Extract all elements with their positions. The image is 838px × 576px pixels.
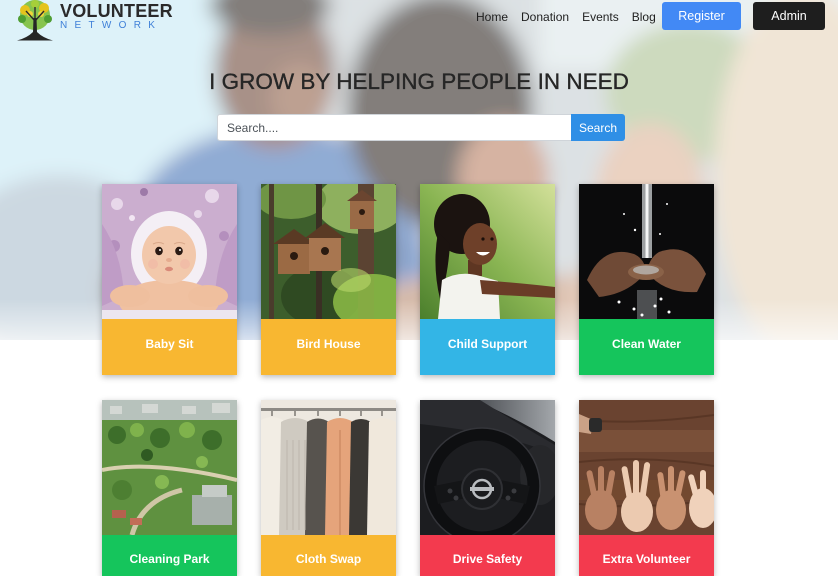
main-nav: Home Donation Events Blog (476, 9, 656, 25)
admin-button[interactable]: Admin (753, 2, 825, 30)
category-card-cleaning-park[interactable]: Cleaning Park (102, 400, 237, 576)
water-hands-photo (579, 184, 714, 319)
clothes-rack-photo (261, 400, 396, 535)
category-label: Bird House (261, 319, 396, 375)
hands-on-table-photo (579, 400, 714, 535)
category-label: Cloth Swap (261, 535, 396, 576)
category-label: Cleaning Park (102, 535, 237, 576)
search-button[interactable]: Search (571, 114, 625, 141)
nav-blog-link[interactable]: Blog (632, 9, 656, 25)
child-photo (420, 184, 555, 319)
category-label: Drive Safety (420, 535, 555, 576)
park-aerial-photo (102, 400, 237, 535)
hands-on-table-image (579, 400, 714, 535)
water-hands-image (579, 184, 714, 319)
steering-wheel-image (420, 400, 555, 535)
hanging-clothes (261, 417, 396, 535)
category-label: Baby Sit (102, 319, 237, 375)
category-card-drive-safety[interactable]: Drive Safety (420, 400, 555, 576)
category-card-clean-water[interactable]: Clean Water (579, 184, 714, 375)
category-card-baby-sit[interactable]: Baby Sit (102, 184, 237, 375)
category-label: Clean Water (579, 319, 714, 375)
search-input[interactable] (217, 114, 571, 141)
child-image (420, 184, 555, 319)
baby-image (102, 184, 237, 319)
hero-title: I GROW BY HELPING PEOPLE IN NEED (209, 69, 629, 94)
brand-name: VOLUNTEER (60, 1, 173, 21)
category-card-extra-volunteer[interactable]: Extra Volunteer (579, 400, 714, 576)
park-aerial-image (102, 400, 237, 535)
brand-logo[interactable]: VOLUNTEER NETWORK (13, 0, 173, 42)
birdhouse-image (261, 184, 396, 319)
nav-events-link[interactable]: Events (582, 9, 619, 25)
nav-home-link[interactable]: Home (476, 9, 508, 25)
category-grid: Baby Sit Bird House Child Support Clean … (102, 184, 714, 576)
steering-wheel-photo (420, 400, 555, 535)
register-button[interactable]: Register (662, 2, 741, 30)
category-label: Child Support (420, 319, 555, 375)
category-card-cloth-swap[interactable]: Cloth Swap (261, 400, 396, 576)
category-label: Extra Volunteer (579, 535, 714, 576)
baby-photo (102, 184, 237, 319)
category-card-child-support[interactable]: Child Support (420, 184, 555, 375)
search-bar: Search (217, 114, 625, 141)
tree-icon (17, 0, 53, 41)
birdhouse-photo (261, 184, 396, 319)
nav-donation-link[interactable]: Donation (521, 9, 569, 25)
category-card-bird-house[interactable]: Bird House (261, 184, 396, 375)
clothes-rack-image (261, 400, 396, 535)
brand-tagline: NETWORK (60, 20, 163, 31)
